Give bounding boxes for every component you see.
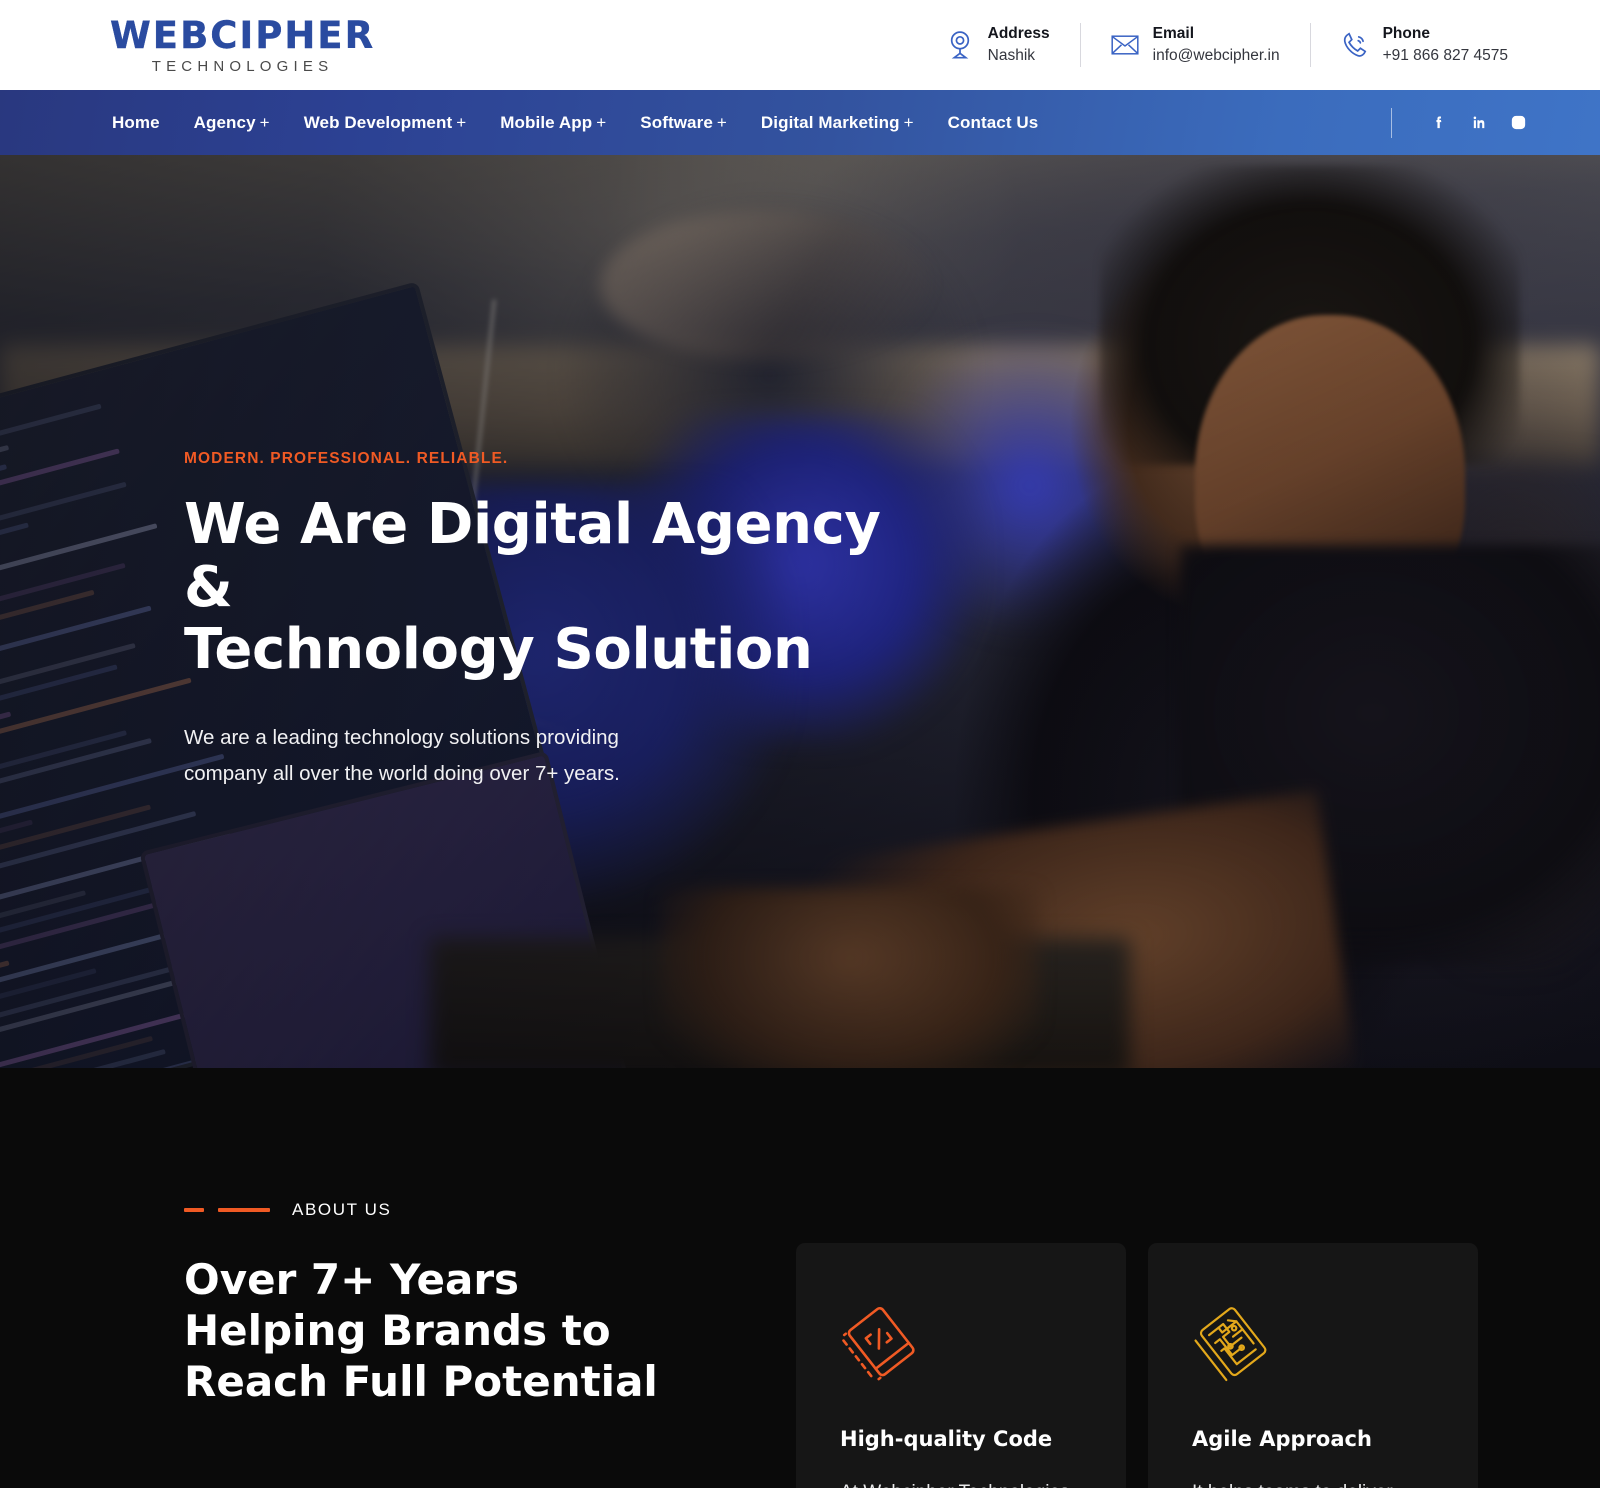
feature-cards: High-quality Code At Webcipher Technolog… — [796, 1068, 1478, 1488]
nav-item-web-development-label: Web Development — [303, 112, 453, 132]
hero-title: We Are Digital Agency & Technology Solut… — [184, 492, 884, 683]
nav-item-contact-us[interactable]: Contact Us — [948, 113, 1039, 133]
contact-group: Address Nashik Email info@webcipher.in P… — [916, 23, 1538, 67]
phone-icon — [1341, 30, 1369, 60]
site-logo[interactable]: WEBCIPHER TECHNOLOGIES — [110, 13, 376, 75]
nav-item-agency[interactable]: Agency + — [194, 113, 270, 133]
nav-divider — [1391, 107, 1392, 138]
nav-item-web-development[interactable]: Web Development + — [304, 113, 467, 133]
contact-address-value: Nashik — [987, 47, 1036, 64]
hero-description: We are a leading technology solutions pr… — [184, 726, 620, 786]
accent-dash-long — [218, 1208, 270, 1212]
contact-phone[interactable]: Phone +91 866 827 4575 — [1309, 23, 1538, 67]
social-links — [1391, 107, 1538, 138]
nav-item-home[interactable]: Home — [112, 113, 160, 133]
hero-title-line-1: We Are Digital Agency & — [184, 492, 881, 620]
contact-email-label: Email — [1152, 25, 1195, 43]
chevron-plus-icon: + — [259, 112, 270, 132]
code-laptop-icon — [840, 1301, 1082, 1387]
contact-phone-label: Phone — [1382, 25, 1430, 43]
linkedin-icon[interactable] — [1458, 108, 1498, 138]
feature-card-description: It helps teams to deliver value to the c… — [1192, 1475, 1434, 1488]
contact-phone-value: +91 866 827 4575 — [1382, 47, 1508, 64]
about-text-column: ABOUT US Over 7+ Years Helping Brands to… — [184, 1068, 704, 1408]
hero-content: MODERN. PROFESSIONAL. RELIABLE. We Are D… — [184, 450, 884, 792]
chevron-plus-icon: + — [596, 112, 607, 132]
hero-eyebrow: MODERN. PROFESSIONAL. RELIABLE. — [184, 450, 509, 467]
nav-item-agency-label: Agency — [193, 112, 256, 132]
nav-item-software[interactable]: Software + — [640, 113, 727, 133]
contact-email[interactable]: Email info@webcipher.in — [1079, 23, 1310, 67]
feature-card-title: Agile Approach — [1192, 1426, 1372, 1451]
contact-address-label: Address — [987, 25, 1050, 43]
nav-links: Home Agency + Web Development + Mobile App… — [112, 113, 1038, 133]
hero-title-line-2: Technology Solution — [184, 617, 813, 683]
instagram-icon[interactable] — [1498, 108, 1538, 138]
chevron-plus-icon: + — [456, 112, 467, 132]
envelope-icon — [1111, 30, 1139, 60]
chevron-plus-icon: + — [716, 112, 727, 132]
nav-item-digital-marketing-label: Digital Marketing — [760, 112, 900, 132]
about-eyebrow-label: ABOUT US — [292, 1200, 392, 1219]
logo-tagline: TECHNOLOGIES — [151, 57, 334, 75]
accent-dash-short — [184, 1208, 204, 1212]
feature-card-agile-approach[interactable]: Agile Approach It helps teams to deliver… — [1148, 1242, 1478, 1488]
facebook-icon[interactable] — [1418, 108, 1458, 138]
top-contact-bar: WEBCIPHER TECHNOLOGIES Address Nashik Em… — [0, 0, 1600, 90]
contact-email-value: info@webcipher.in — [1152, 47, 1280, 64]
location-pin-icon — [946, 30, 974, 60]
chevron-plus-icon: + — [903, 112, 914, 132]
nav-item-digital-marketing[interactable]: Digital Marketing + — [761, 113, 914, 133]
circuit-board-icon — [1192, 1301, 1434, 1387]
about-title: Over 7+ Years Helping Brands to Reach Fu… — [184, 1255, 658, 1407]
about-section: ABOUT US Over 7+ Years Helping Brands to… — [0, 1068, 1600, 1488]
feature-card-title: High-quality Code — [840, 1426, 1053, 1451]
about-eyebrow: ABOUT US — [184, 1200, 704, 1220]
nav-item-software-label: Software — [640, 112, 713, 132]
hero-section: MODERN. PROFESSIONAL. RELIABLE. We Are D… — [0, 155, 1600, 1068]
logo-wordmark: WEBCIPHER — [110, 13, 376, 57]
feature-card-description: At Webcipher Technologies you will get — [840, 1475, 1082, 1488]
nav-item-home-label: Home — [112, 112, 160, 132]
contact-address[interactable]: Address Nashik — [916, 23, 1080, 67]
nav-item-mobile-app-label: Mobile App — [500, 112, 593, 132]
nav-item-mobile-app[interactable]: Mobile App + — [500, 113, 606, 133]
nav-item-contact-us-label: Contact Us — [947, 112, 1039, 132]
feature-card-high-quality-code[interactable]: High-quality Code At Webcipher Technolog… — [796, 1242, 1126, 1488]
main-navigation: Home Agency + Web Development + Mobile App… — [0, 90, 1600, 155]
